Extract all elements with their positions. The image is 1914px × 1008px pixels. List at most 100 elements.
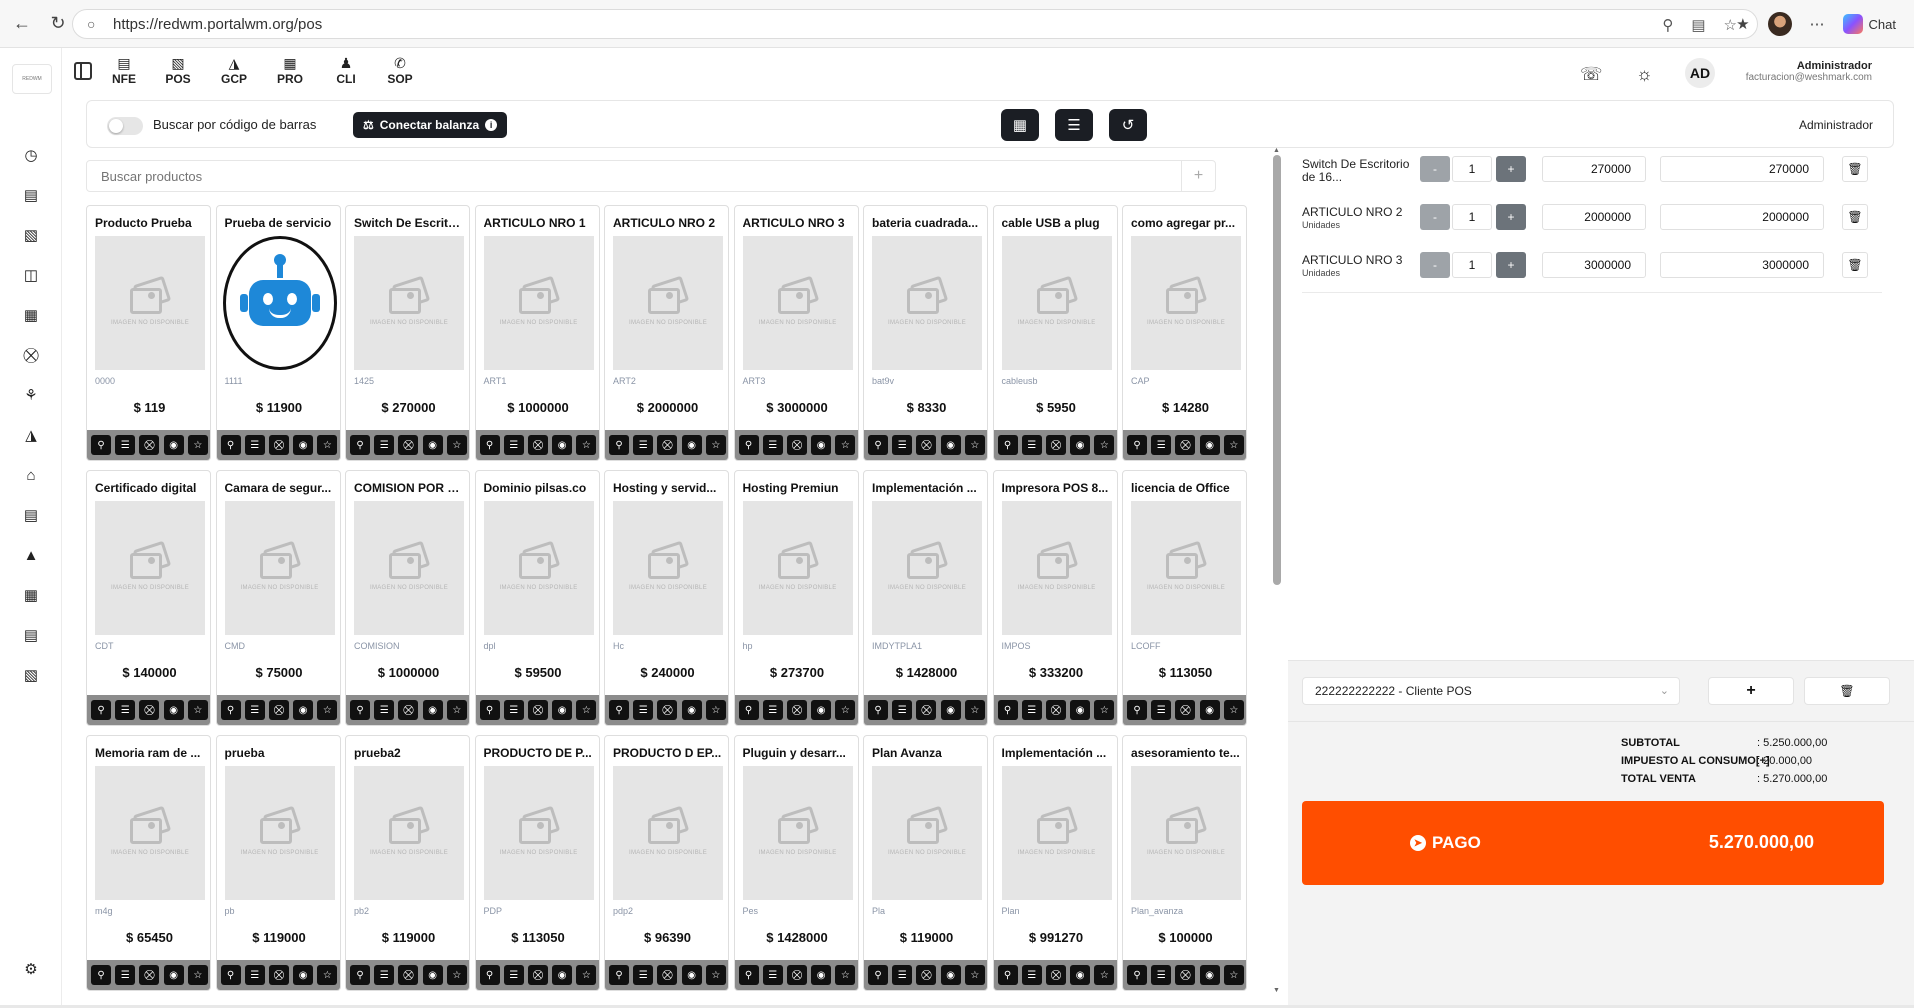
list-icon[interactable]: ☰ [503,965,524,985]
camera-icon[interactable]: ◉ [293,700,314,720]
search-icon[interactable]: ⚲ [738,435,759,455]
star-icon[interactable]: ☆ [187,700,208,720]
star-icon[interactable]: ☆ [835,435,856,455]
decrease-qty-button[interactable]: - [1420,252,1450,278]
cart-icon[interactable]: ⛒ [1045,435,1066,455]
calendar-icon[interactable]: ▧ [22,666,40,684]
search-icon[interactable]: ⚲ [868,435,889,455]
camera-icon[interactable]: ◉ [811,700,832,720]
star-icon[interactable]: ☆ [576,965,597,985]
list-icon[interactable]: ☰ [244,435,265,455]
list-icon[interactable]: ☰ [503,700,524,720]
grid-view-button[interactable]: ▦ [1001,109,1039,141]
product-card[interactable]: Pluguin y desarr... IMAGEN NO DISPONIBLE P… [733,735,859,991]
favorites-icon[interactable]: ★ [1736,15,1749,33]
star-icon[interactable]: ☆ [705,435,726,455]
add-client-button[interactable]: + [1708,677,1794,705]
search-icon[interactable]: ⚲ [738,700,759,720]
cart-icon[interactable]: ⛒ [527,435,548,455]
star-icon[interactable]: ☆ [1094,435,1115,455]
reader-icon[interactable]: ▤ [1691,16,1705,34]
report-icon[interactable]: ▤ [22,506,40,524]
list-icon[interactable]: ☰ [1151,965,1172,985]
search-icon[interactable]: ⚲ [350,435,371,455]
search-icon[interactable]: ⚲ [1127,700,1148,720]
theme-sun-icon[interactable]: ☼ [1636,64,1653,85]
cart-icon[interactable]: ⛒ [1175,435,1196,455]
search-icon[interactable]: ⚲ [609,965,630,985]
product-card[interactable]: Memoria ram de ... IMAGEN NO DISPONIBLE m4… [86,735,211,991]
star-icon[interactable]: ☆ [187,965,208,985]
delete-item-button[interactable]: 🗑 [1842,252,1868,278]
product-card[interactable]: Producto Prueba IMAGEN NO DISPONIBLE 0000 $… [86,205,211,461]
clipboard-icon[interactable]: ▤ [22,626,40,644]
star-icon[interactable]: ☆ [705,965,726,985]
list-icon[interactable]: ☰ [762,965,783,985]
chat-button[interactable]: Chat [1842,14,1896,34]
camera-icon[interactable]: ◉ [1199,700,1220,720]
camera-icon[interactable]: ◉ [552,965,573,985]
favorite-icon[interactable]: ☆ [1724,16,1737,34]
camera-icon[interactable]: ◉ [163,700,184,720]
qty-input[interactable]: 1 [1452,204,1492,230]
module-cli[interactable]: ♟ CLI [326,54,366,86]
reset-button[interactable]: ↺ [1109,109,1147,141]
star-icon[interactable]: ☆ [446,700,467,720]
product-card[interactable]: Camara de segur... IMAGEN NO DISPONIBLE CM… [215,470,341,726]
calculator-icon[interactable]: ▦ [22,586,40,604]
star-icon[interactable]: ☆ [446,965,467,985]
qty-input[interactable]: 1 [1452,156,1492,182]
cart-icon[interactable]: ⛒ [398,700,419,720]
search-icon[interactable]: ⚲ [738,965,759,985]
module-sop[interactable]: ✆ SOP [380,54,420,86]
scroll-down-icon[interactable]: ▼ [1273,987,1280,994]
camera-icon[interactable]: ◉ [422,700,443,720]
camera-icon[interactable]: ◉ [1070,700,1091,720]
product-card[interactable]: Hosting Premiun IMAGEN NO DISPONIBLE hp $ 2… [733,470,859,726]
grid-icon[interactable]: ▦ [22,306,40,324]
product-card[interactable]: ARTICULO NRO 2 IMAGEN NO DISPONIBLE ART2 $ … [604,205,729,461]
user-avatar[interactable]: AD [1685,58,1715,88]
list-icon[interactable]: ☰ [892,965,913,985]
product-card[interactable]: bateria cuadrada... IMAGEN NO DISPONIBLE b… [863,205,988,461]
product-card[interactable]: PRODUCTO DE P... IMAGEN NO DISPONIBLE PDP $… [474,735,600,991]
scroll-thumb[interactable] [1273,155,1281,585]
cart-icon[interactable]: ⛒ [916,965,937,985]
product-card[interactable]: ARTICULO NRO 3 IMAGEN NO DISPONIBLE ART3 $ … [733,205,859,461]
list-icon[interactable]: ☰ [115,700,136,720]
search-icon[interactable]: ⚲ [220,435,241,455]
camera-icon[interactable]: ◉ [552,435,573,455]
product-card[interactable]: Impresora POS 8... IMAGEN NO DISPONIBLE IM… [992,470,1118,726]
cart-icon[interactable]: ⛒ [398,435,419,455]
camera-icon[interactable]: ◉ [293,435,314,455]
module-nfe[interactable]: ▤ NFE [104,54,144,86]
decrease-qty-button[interactable]: - [1420,156,1450,182]
search-icon[interactable]: ⚲ [220,700,241,720]
search-input[interactable] [87,161,1177,191]
cart-icon[interactable]: ⛒ [657,700,678,720]
product-card[interactable]: prueba2 IMAGEN NO DISPONIBLE pb2 $ 119000 ⚲ ☰… [345,735,470,991]
list-icon[interactable]: ☰ [892,435,913,455]
product-card[interactable]: Switch De Escritorio de 16... IMAGEN NO D… [345,205,470,461]
camera-icon[interactable]: ◉ [940,965,961,985]
star-icon[interactable]: ☆ [446,435,467,455]
unit-price-input[interactable]: 2000000 [1542,204,1646,230]
star-icon[interactable]: ☆ [187,435,208,455]
product-card[interactable]: como agregar pr... IMAGEN NO DISPONIBLE CA… [1122,205,1247,461]
camera-icon[interactable]: ◉ [552,700,573,720]
star-icon[interactable]: ☆ [317,435,338,455]
sidebar-toggle-icon[interactable] [74,62,92,80]
search-icon[interactable]: ⚲ [479,435,500,455]
module-pro[interactable]: ▦ PRO [270,54,310,86]
cart-icon[interactable]: ⛒ [1045,700,1066,720]
list-icon[interactable]: ☰ [1151,700,1172,720]
camera-icon[interactable]: ◉ [1199,435,1220,455]
search-icon[interactable]: ⚲ [479,965,500,985]
reload-icon[interactable]: ↻ [44,10,72,38]
module-pos[interactable]: ▧ POS [158,54,198,86]
cart-icon[interactable]: ⛒ [657,965,678,985]
list-icon[interactable]: ☰ [244,965,265,985]
product-card[interactable]: COMISION POR S... IMAGEN NO DISPONIBLE COM… [345,470,470,726]
search-icon[interactable]: ⚲ [868,965,889,985]
list-icon[interactable]: ☰ [115,965,136,985]
